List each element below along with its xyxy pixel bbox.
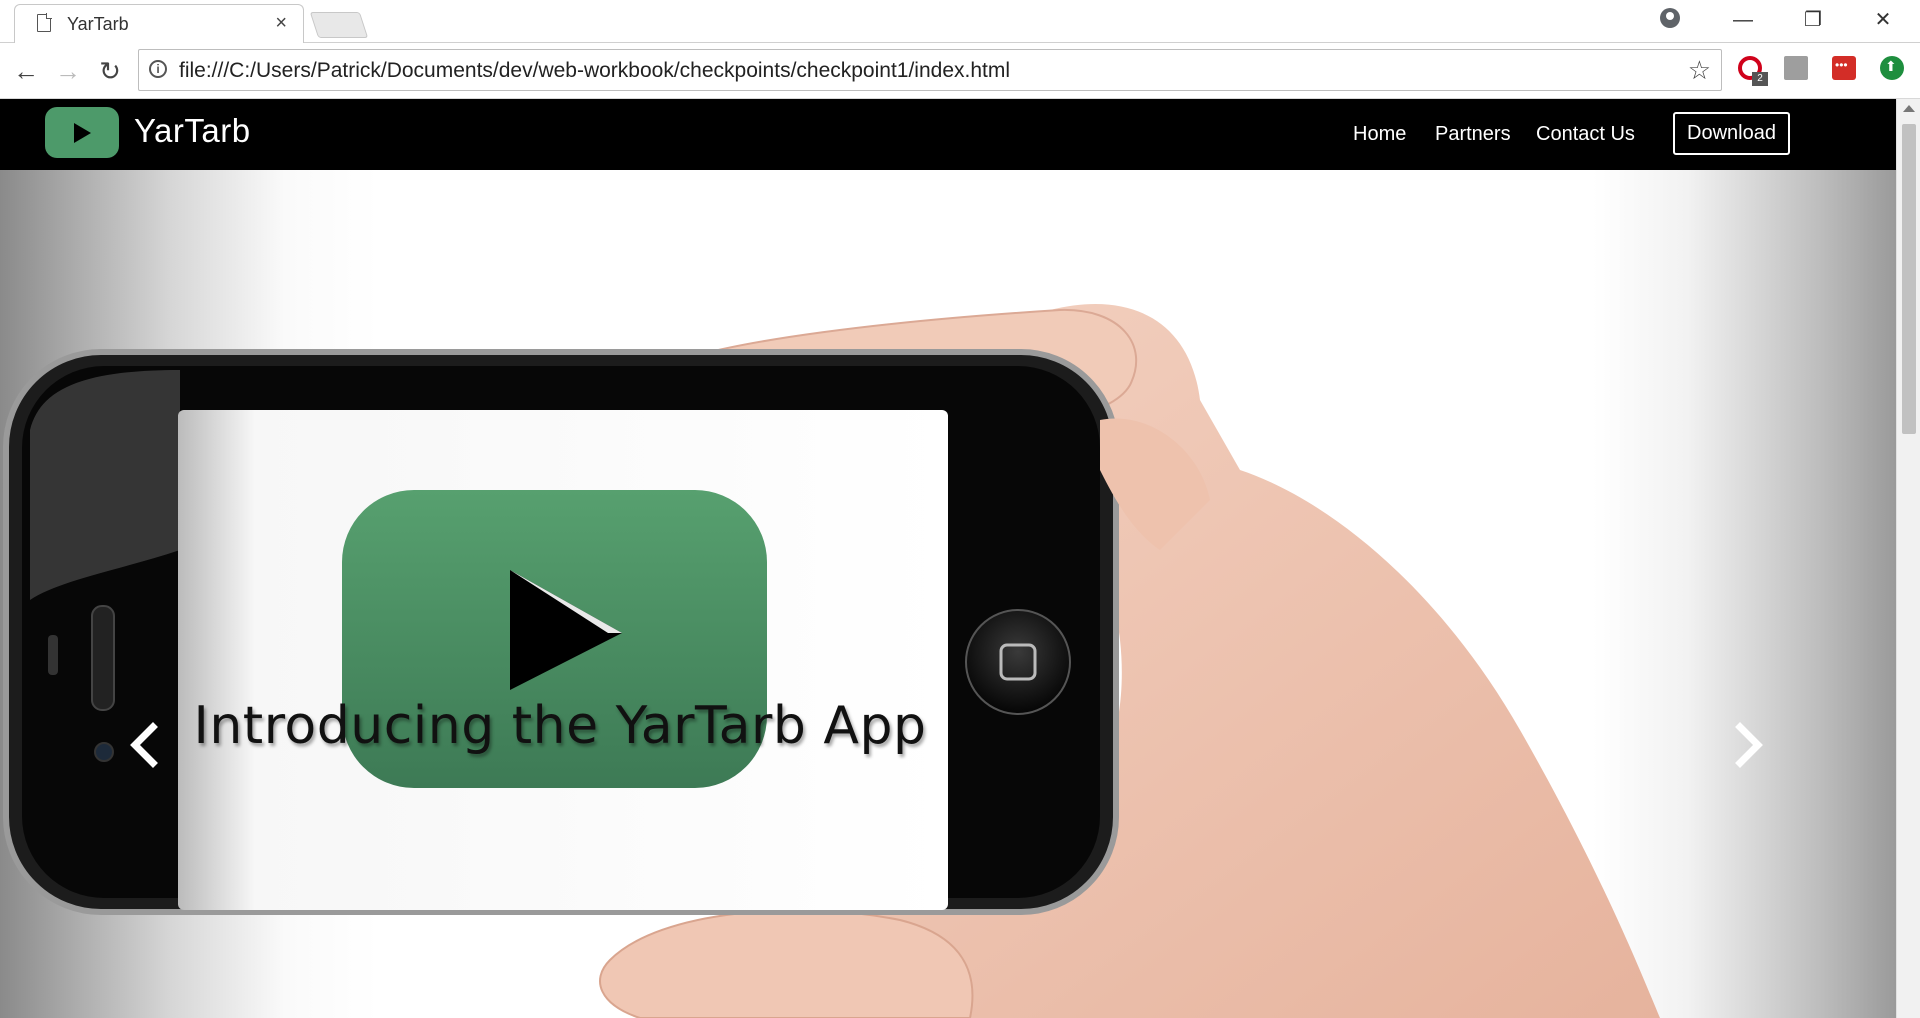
reload-button[interactable]: ↻ bbox=[92, 53, 128, 89]
site-navbar: YarTarb Home Partners Contact Us Downloa… bbox=[0, 99, 1896, 170]
browser-tab-strip: YarTarb × — ❐ ✕ bbox=[0, 0, 1920, 44]
chevron-right-icon bbox=[1735, 722, 1763, 768]
back-button[interactable]: ← bbox=[8, 53, 44, 89]
scroll-up-icon[interactable] bbox=[1903, 105, 1915, 112]
carousel-next-button[interactable] bbox=[1718, 715, 1778, 775]
nav-home[interactable]: Home bbox=[1353, 123, 1406, 146]
play-icon bbox=[74, 123, 91, 143]
site-info-icon[interactable]: i bbox=[149, 60, 167, 78]
profile-icon[interactable] bbox=[1660, 8, 1680, 28]
forward-button[interactable]: → bbox=[50, 53, 86, 89]
tab-close-icon[interactable]: × bbox=[275, 12, 287, 35]
lastpass-extension-icon[interactable] bbox=[1832, 56, 1856, 80]
chevron-left-icon bbox=[130, 722, 158, 768]
nav-contact-us[interactable]: Contact Us bbox=[1536, 123, 1635, 146]
carousel-prev-button[interactable] bbox=[115, 715, 175, 775]
opera-extension-icon[interactable]: 2 bbox=[1738, 56, 1768, 86]
download-button[interactable]: Download bbox=[1673, 112, 1790, 155]
brand-logo[interactable] bbox=[45, 107, 119, 158]
bookmark-star-icon[interactable]: ☆ bbox=[1688, 55, 1711, 86]
tab-title: YarTarb bbox=[67, 14, 129, 34]
page-icon bbox=[37, 13, 52, 32]
nav-partners[interactable]: Partners bbox=[1435, 123, 1511, 146]
restore-button[interactable]: ❐ bbox=[1793, 4, 1833, 36]
hero-carousel: Introducing the YarTarb App bbox=[0, 170, 1896, 1018]
browser-tab[interactable]: YarTarb × bbox=[14, 4, 304, 44]
extension-badge: 2 bbox=[1752, 72, 1768, 86]
scrollbar-thumb[interactable] bbox=[1902, 124, 1916, 434]
update-extension-icon[interactable] bbox=[1880, 56, 1904, 80]
new-tab-button[interactable] bbox=[309, 12, 369, 38]
page-viewport: Introducing the YarTarb App YarTarb Home… bbox=[0, 99, 1896, 1018]
reader-extension-icon[interactable] bbox=[1784, 56, 1808, 80]
phone-in-hand-illustration bbox=[3, 304, 1660, 1018]
close-window-button[interactable]: ✕ bbox=[1863, 4, 1903, 36]
hero-caption: Introducing the YarTarb App bbox=[193, 696, 927, 756]
url-text[interactable]: file:///C:/Users/Patrick/Documents/dev/w… bbox=[179, 59, 1010, 83]
browser-toolbar: ← → ↻ i file:///C:/Users/Patrick/Documen… bbox=[0, 43, 1920, 99]
address-bar[interactable]: i file:///C:/Users/Patrick/Documents/dev… bbox=[138, 49, 1722, 91]
brand-name[interactable]: YarTarb bbox=[134, 112, 251, 150]
minimize-button[interactable]: — bbox=[1723, 4, 1763, 36]
page-scrollbar[interactable] bbox=[1896, 99, 1920, 1018]
